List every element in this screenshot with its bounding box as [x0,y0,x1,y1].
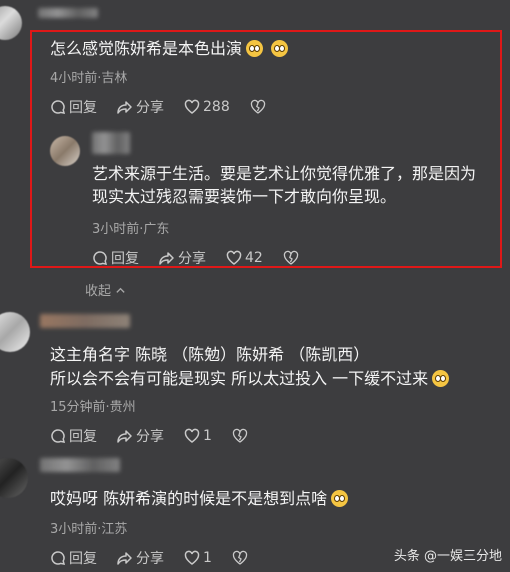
comment-meta: 4小时前·吉林 [50,71,128,86]
reply-icon [93,251,108,265]
dislike-button[interactable] [283,250,302,266]
username-blurred[interactable] [40,314,130,328]
share-button[interactable]: 分享 [159,248,206,268]
watermark: 头条 @一娱三分地 [393,549,502,564]
broken-heart-icon [283,250,298,265]
reply-icon [51,429,66,443]
comment-actions: 回复 分享 288 [50,97,289,117]
share-icon [117,552,132,565]
like-button[interactable]: 42 [226,250,263,266]
comment-line: 现实太过残忍需要装饰一下才敢向你呈现。 [92,187,397,206]
broken-heart-icon [232,550,248,565]
emoji-icon [432,370,450,387]
comment-line: 哎妈呀 陈妍希演的时候是不是想到点啥 [50,489,328,508]
share-icon [159,252,174,265]
heart-icon [184,428,200,443]
heart-icon [184,550,200,565]
share-button[interactable]: 分享 [117,97,164,117]
share-icon [117,430,132,443]
dislike-button[interactable] [250,99,269,115]
reply-label: 回复 [111,251,139,267]
like-button[interactable]: 1 [184,550,212,566]
like-button[interactable]: 1 [184,428,212,444]
comment-text: 这主角名字 陈晓 （陈勉）陈妍希 （陈凯西） 所以会不会有可能是现实 所以太过投… [50,343,450,391]
broken-heart-icon [232,428,248,443]
heart-icon [184,99,200,114]
dislike-button[interactable] [232,550,251,566]
share-label: 分享 [178,251,206,267]
like-count: 1 [203,428,212,444]
reply-button[interactable]: 回复 [50,548,97,568]
comment-meta: 3小时前·广东 [92,222,170,237]
share-button[interactable]: 分享 [117,426,164,446]
reply-button[interactable]: 回复 [50,97,97,117]
username-blurred[interactable] [92,132,130,154]
dislike-button[interactable] [232,428,251,444]
comment-text: 怎么感觉陈妍希是本色出演 [50,38,289,60]
collapse-replies-button[interactable]: 收起 [85,280,126,299]
comment-meta: 3小时前·江苏 [50,522,128,537]
broken-heart-icon [250,99,265,114]
comment-line: 艺术来源于生活。要是艺术让你觉得优雅了，那是因为 [92,164,477,183]
comment-meta: 15分钟前·贵州 [50,400,136,415]
reply-icon [51,100,66,114]
avatar[interactable] [0,312,30,352]
reply-button[interactable]: 回复 [50,426,97,446]
username-blurred[interactable] [38,8,98,18]
comment-actions: 回复 分享 42 [92,248,322,268]
avatar[interactable] [50,136,80,166]
emoji-icon [331,490,349,507]
reply-icon [51,551,66,565]
share-label: 分享 [136,551,164,567]
reply-label: 回复 [69,429,97,445]
username-blurred[interactable] [40,458,120,472]
share-label: 分享 [136,429,164,445]
comment-line: 怎么感觉陈妍希是本色出演 [50,39,243,58]
comment-text: 哎妈呀 陈妍希演的时候是不是想到点啥 [50,488,349,510]
avatar[interactable] [0,6,22,40]
like-button[interactable]: 288 [184,99,230,115]
comment-line: 这主角名字 陈晓 （陈勉）陈妍希 （陈凯西） [50,345,370,364]
emoji-icon [246,40,264,57]
share-icon [117,101,132,114]
share-label: 分享 [136,100,164,116]
reply-label: 回复 [69,551,97,567]
reply-button[interactable]: 回复 [92,248,139,268]
share-button[interactable]: 分享 [117,548,164,568]
emoji-icon [271,40,289,57]
comment-text: 艺术来源于生活。要是艺术让你觉得优雅了，那是因为 现实太过残忍需要装饰一下才敢向… [92,162,476,208]
like-count: 1 [203,550,212,566]
heart-icon [226,250,242,265]
reply-label: 回复 [69,100,97,116]
chevron-up-icon [116,287,125,293]
comment-actions: 回复 分享 1 [50,548,271,568]
like-count: 288 [203,99,230,115]
collapse-label: 收起 [85,284,112,299]
avatar[interactable] [0,458,28,498]
comment-actions: 回复 分享 1 [50,426,271,446]
like-count: 42 [245,250,263,266]
comment-line: 所以会不会有可能是现实 所以太过投入 一下缓不过来 [50,369,429,388]
